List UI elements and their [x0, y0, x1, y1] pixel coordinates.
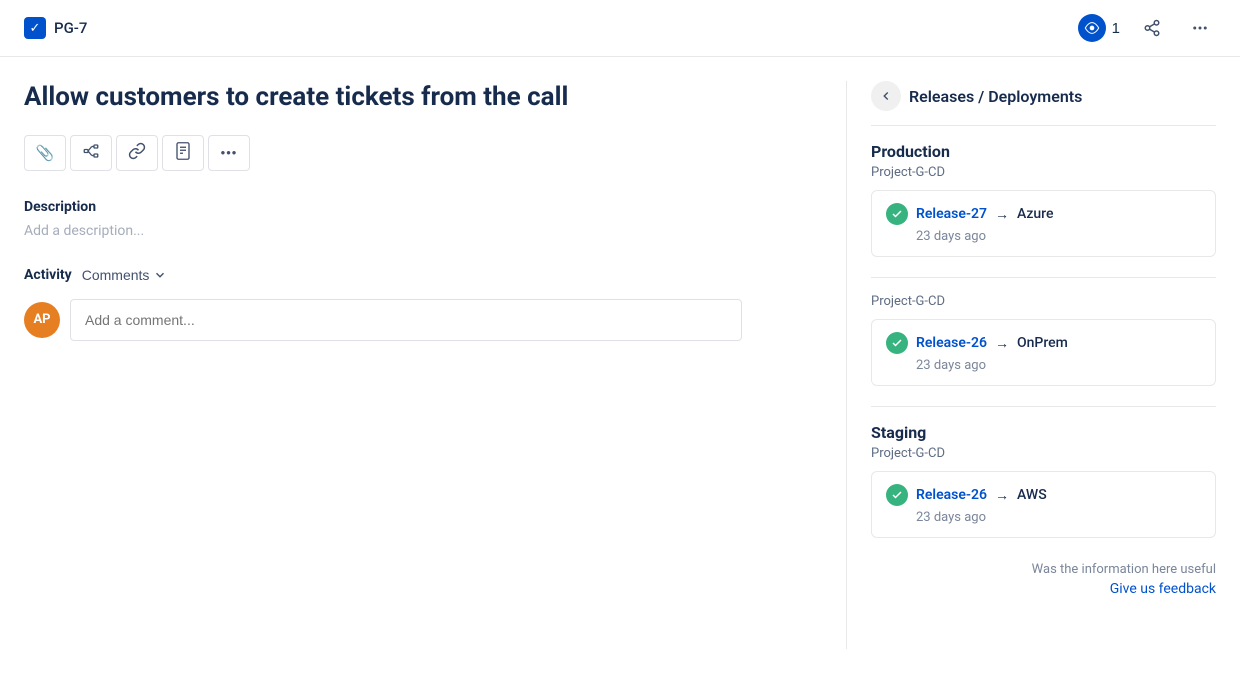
- deploy-target-1: OnPrem: [1017, 335, 1068, 351]
- divider-1: [871, 277, 1216, 278]
- attach-button[interactable]: 📎: [24, 135, 66, 171]
- release-time-2: 23 days ago: [886, 510, 1201, 525]
- link-icon: [128, 142, 146, 164]
- activity-header: Activity Comments: [24, 267, 822, 283]
- success-icon-1: [886, 332, 908, 354]
- env-name-production: Production: [871, 142, 1216, 161]
- project-name-1: Project-G-CD: [871, 294, 1216, 309]
- right-panel: Releases / Deployments Production Projec…: [846, 81, 1216, 649]
- success-icon-0: [886, 203, 908, 225]
- back-arrow-icon: [879, 89, 893, 103]
- more-toolbar-button[interactable]: •••: [208, 135, 250, 171]
- arrow-2: →: [995, 487, 1009, 504]
- chevron-down-icon: [153, 268, 167, 282]
- ticket-title: Allow customers to create tickets from t…: [24, 81, 822, 115]
- watch-count: 1: [1112, 20, 1120, 37]
- description-section: Description Add a description...: [24, 199, 822, 239]
- deploy-target-0: Azure: [1017, 206, 1054, 222]
- comment-input[interactable]: [70, 299, 742, 341]
- link-button[interactable]: [116, 135, 158, 171]
- arrow-1: →: [995, 335, 1009, 352]
- ticket-id: PG-7: [54, 19, 87, 37]
- env-name-staging: Staging: [871, 423, 1216, 442]
- release-name-2[interactable]: Release-26: [916, 487, 987, 503]
- more-toolbar-icon: •••: [221, 145, 238, 160]
- activity-label: Activity: [24, 267, 72, 283]
- back-header: Releases / Deployments: [871, 81, 1216, 126]
- description-placeholder[interactable]: Add a description...: [24, 223, 822, 239]
- release-row-0: Release-27 → Azure: [886, 203, 1201, 225]
- release-row-2: Release-26 → AWS: [886, 484, 1201, 506]
- success-icon-2: [886, 484, 908, 506]
- project-name-2: Project-G-CD: [871, 446, 1216, 461]
- activity-section: Activity Comments AP: [24, 267, 822, 341]
- env-section-1: Project-G-CD Release-26 → OnPrem 23 days…: [871, 294, 1216, 386]
- watch-button[interactable]: 1: [1078, 14, 1120, 42]
- description-label: Description: [24, 199, 822, 215]
- feedback-text: Was the information here useful: [871, 562, 1216, 577]
- divider-2: [871, 406, 1216, 407]
- feedback-section: Was the information here useful Give us …: [871, 562, 1216, 597]
- header-right: 1: [1078, 12, 1216, 44]
- release-card-2: Release-26 → AWS 23 days ago: [871, 471, 1216, 538]
- comments-label: Comments: [82, 267, 150, 283]
- release-card-1: Release-26 → OnPrem 23 days ago: [871, 319, 1216, 386]
- project-name-0: Project-G-CD: [871, 165, 1216, 180]
- arrow-0: →: [995, 206, 1009, 223]
- header: ✓ PG-7 1: [0, 0, 1240, 57]
- release-card-0: Release-27 → Azure 23 days ago: [871, 190, 1216, 257]
- release-time-0: 23 days ago: [886, 229, 1201, 244]
- left-panel: Allow customers to create tickets from t…: [24, 81, 822, 649]
- env-section-production: Production Project-G-CD Release-27 → Azu…: [871, 142, 1216, 257]
- watch-icon: [1078, 14, 1106, 42]
- release-row-1: Release-26 → OnPrem: [886, 332, 1201, 354]
- comments-dropdown-button[interactable]: Comments: [82, 267, 168, 283]
- attach-icon: 📎: [36, 144, 55, 162]
- back-button[interactable]: [871, 81, 901, 111]
- comment-row: AP: [24, 299, 822, 341]
- avatar: AP: [24, 302, 60, 338]
- document-icon: [175, 142, 191, 164]
- release-time-1: 23 days ago: [886, 358, 1201, 373]
- releases-deployments-title: Releases / Deployments: [909, 87, 1082, 106]
- release-name-1[interactable]: Release-26: [916, 335, 987, 351]
- share-button[interactable]: [1136, 12, 1168, 44]
- toolbar: 📎: [24, 135, 822, 171]
- env-section-staging: Staging Project-G-CD Release-26 → AWS 23…: [871, 423, 1216, 538]
- diagram-button[interactable]: [70, 135, 112, 171]
- main-content: Allow customers to create tickets from t…: [0, 57, 1240, 673]
- ticket-checkbox-icon: ✓: [24, 17, 46, 39]
- diagram-icon: [82, 142, 100, 164]
- more-options-button[interactable]: [1184, 12, 1216, 44]
- release-name-0[interactable]: Release-27: [916, 206, 987, 222]
- document-button[interactable]: [162, 135, 204, 171]
- deploy-target-2: AWS: [1017, 487, 1047, 503]
- header-left: ✓ PG-7: [24, 17, 87, 39]
- feedback-link[interactable]: Give us feedback: [1110, 581, 1216, 597]
